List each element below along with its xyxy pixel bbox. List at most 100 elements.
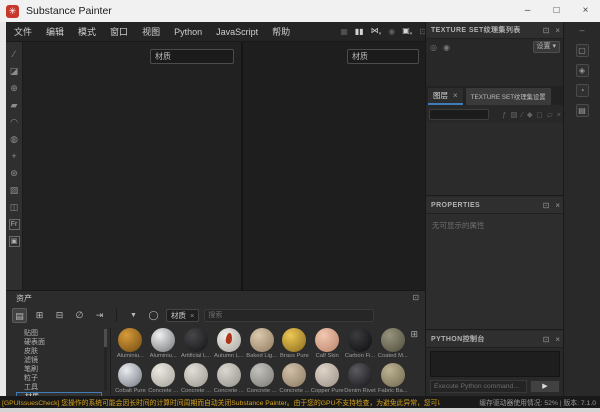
material-item[interactable]: Carbon Fi... (344, 327, 377, 362)
collapse-dock-icon[interactable]: ‒ (564, 22, 600, 38)
asset-category-滤镜[interactable]: 滤镜 (16, 356, 102, 365)
layers-search-input[interactable] (429, 108, 489, 120)
category-scrollbar[interactable] (104, 329, 107, 391)
add-shelf-icon[interactable]: ⊞ (32, 308, 47, 323)
shader-settings-icon[interactable]: ◈ (575, 64, 589, 77)
texture-set-view-dropdown[interactable]: 设置 ▾ (532, 41, 560, 53)
material-item[interactable]: Coated M... (376, 327, 409, 362)
maximize-button[interactable]: □ (542, 0, 571, 22)
add-folder-icon[interactable]: ▱ (547, 110, 553, 119)
material-item[interactable]: Brass Pure (278, 327, 311, 362)
close-button[interactable]: × (571, 0, 600, 22)
material-thumbnail[interactable] (315, 328, 340, 352)
add-effect-icon[interactable]: ƒ (502, 110, 506, 119)
material-thumbnail[interactable] (249, 363, 274, 387)
history-icon[interactable]: ◔ (575, 84, 589, 97)
folder-icon[interactable]: ▤ (12, 307, 27, 323)
close-icon[interactable]: × (555, 197, 560, 214)
eraser-tool-icon[interactable]: ◪ (10, 63, 19, 80)
material-item[interactable]: Fabric Ba... (376, 362, 409, 397)
material-item[interactable]: Concrete ... (245, 362, 278, 397)
viewport-3d[interactable]: 材质 材质 (23, 42, 425, 290)
menu-item[interactable]: 文件 (14, 22, 32, 42)
tab-layers[interactable]: 图层 × (428, 88, 463, 105)
popout-icon[interactable]: ⊡ (543, 197, 550, 214)
material-item[interactable]: Cobalt Pure (114, 362, 147, 397)
clone-tool-icon[interactable]: ◍ (10, 131, 18, 148)
close-icon[interactable]: × (555, 331, 560, 348)
bake-icon[interactable]: ▦ (340, 27, 348, 37)
link-icon[interactable]: ◎ (430, 43, 437, 52)
record-icon[interactable]: ◉ (388, 27, 395, 37)
material-thumbnail[interactable] (347, 363, 372, 387)
save-shelf-icon[interactable]: ⊟ (52, 308, 67, 323)
material-item[interactable]: Calf Skin (311, 327, 344, 362)
smudge-tool-icon[interactable]: ◠ (10, 114, 18, 131)
material-thumbnail[interactable] (151, 363, 176, 387)
visibility-icon[interactable]: ◉ (443, 43, 450, 52)
material-thumbnail[interactable] (151, 328, 176, 352)
log-icon[interactable]: ▤ (575, 104, 589, 117)
grid-view-icon[interactable]: ⊞ (410, 329, 418, 340)
display-settings-icon[interactable]: ▢ (575, 44, 589, 57)
material-thumbnail[interactable] (216, 363, 241, 387)
shape-filter-icon[interactable]: ◯ (146, 308, 161, 323)
material-item[interactable]: Concrete ... (147, 362, 180, 397)
material-thumbnail[interactable] (282, 363, 307, 387)
menu-item[interactable]: 模式 (78, 22, 96, 42)
material-thumbnail[interactable] (380, 328, 405, 352)
brush-tool-icon[interactable]: ∕ (13, 46, 15, 63)
material-item[interactable]: Copper Pure (311, 362, 344, 397)
asset-category-贴图[interactable]: 贴图 (16, 329, 102, 338)
material-thumbnail[interactable] (347, 328, 372, 352)
viewport-2d[interactable] (241, 42, 425, 290)
note-tool-icon[interactable]: ▣ (8, 236, 20, 247)
material-thumbnail[interactable] (183, 328, 208, 352)
material-thumbnail[interactable] (249, 328, 274, 352)
popout-icon[interactable]: ⊡ (543, 22, 550, 39)
material-picker-tool-icon[interactable]: + (11, 148, 16, 165)
material-item[interactable]: Concrete ... (278, 362, 311, 397)
python-console-output[interactable] (430, 351, 560, 377)
popout-icon[interactable]: ⊡ (543, 331, 550, 348)
menu-item[interactable]: Python (174, 22, 202, 42)
asset-category-皮肤[interactable]: 皮肤 (16, 347, 102, 356)
asset-category-笔刷[interactable]: 笔刷 (16, 365, 102, 374)
run-python-button[interactable]: ▶ (530, 380, 560, 393)
material-item[interactable]: Baked Lig... (245, 327, 278, 362)
viewport-2d-mode-select[interactable]: 材质 (347, 49, 419, 64)
material-item[interactable]: Autumn L... (212, 327, 245, 362)
add-fill-layer-icon[interactable]: ▧ (510, 110, 517, 119)
material-item[interactable]: Concrete ... (212, 362, 245, 397)
assets-search-input[interactable] (204, 308, 375, 322)
material-item[interactable]: Concrete ... (180, 362, 213, 397)
close-icon[interactable]: × (555, 22, 560, 39)
polygon-fill-tool-icon[interactable]: ▰ (11, 97, 18, 114)
mixer-dropdown-icon[interactable]: ⋈▾ (371, 26, 382, 39)
add-smart-material-icon[interactable]: ◆ (527, 110, 533, 119)
menu-item[interactable]: 编辑 (46, 22, 64, 42)
particles-tool-icon[interactable]: ⊛ (10, 165, 18, 182)
add-mask-icon[interactable]: ◻ (537, 110, 543, 119)
material-item[interactable]: Denim Rivet (344, 362, 377, 397)
material-thumbnail[interactable] (380, 363, 405, 387)
material-thumbnail[interactable] (315, 363, 340, 387)
material-thumbnail[interactable] (282, 328, 307, 352)
symmetry-icon[interactable]: ◫ (10, 199, 19, 216)
delete-layer-icon[interactable]: × (557, 110, 561, 119)
material-thumbnail[interactable] (216, 328, 241, 352)
import-assets-icon[interactable]: ⇥ (92, 308, 107, 323)
menu-item[interactable]: 视图 (142, 22, 160, 42)
hide-assets-icon[interactable]: ∅ (72, 308, 87, 323)
frame-tool-icon[interactable]: Fr (8, 219, 20, 230)
add-paint-layer-icon[interactable]: ∕ (522, 110, 523, 119)
asset-category-粒子[interactable]: 粒子 (16, 374, 102, 383)
layers-list[interactable] (426, 123, 564, 196)
material-item[interactable]: Aluminiu... (147, 327, 180, 362)
material-thumbnail[interactable] (183, 363, 208, 387)
tab-texture-set-settings[interactable]: TEXTURE SET纹理集设置 (465, 88, 551, 105)
pause-icon[interactable]: ▮▮ (355, 27, 364, 37)
menu-item[interactable]: 窗口 (110, 22, 128, 42)
popout-icon[interactable]: ⊡ (412, 293, 419, 302)
camera-dropdown-icon[interactable]: ▣▾ (402, 26, 412, 39)
